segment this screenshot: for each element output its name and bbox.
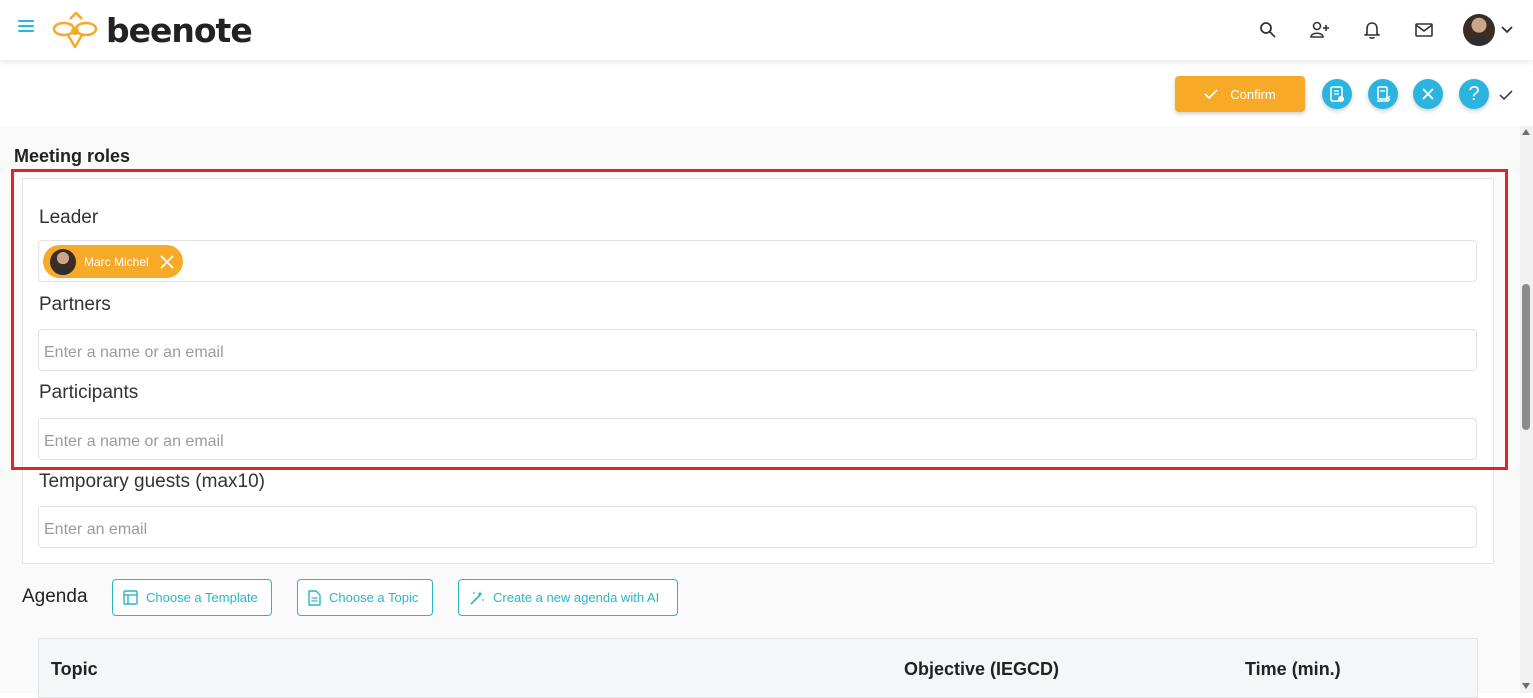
magic-wand-icon (469, 590, 485, 606)
close-button[interactable] (1413, 79, 1443, 109)
agenda-title: Agenda (22, 586, 88, 607)
chevron-down-icon[interactable] (1501, 24, 1513, 36)
agenda-table-header: Topic Objective (IEGCD) Time (min.) (38, 638, 1478, 698)
meeting-roles-title: Meeting roles (14, 146, 131, 166)
bee-logo-icon (52, 11, 98, 49)
user-avatar[interactable] (1463, 14, 1495, 46)
brand-name: beenote (106, 10, 253, 50)
close-icon (1422, 88, 1434, 100)
create-agenda-ai-label: Create a new agenda with AI (493, 590, 660, 605)
meeting-notes-button[interactable] (1322, 79, 1352, 109)
objective-column-header: Objective (IEGCD) (904, 659, 1060, 679)
choose-topic-label: Choose a Topic (329, 590, 419, 605)
add-user-icon[interactable] (1307, 17, 1333, 43)
remove-chip-close-icon[interactable] (159, 254, 175, 270)
brand-logo[interactable]: beenote (52, 8, 253, 52)
participants-input[interactable]: Enter a name or an email (38, 418, 1477, 460)
choose-template-label: Choose a Template (146, 590, 258, 605)
check-icon (1204, 88, 1218, 100)
bell-icon[interactable] (1359, 17, 1385, 43)
leader-label: Leader (39, 207, 99, 228)
collapse-check-icon[interactable] (1499, 88, 1513, 102)
help-button[interactable]: ? (1459, 79, 1489, 109)
chip-avatar (50, 248, 76, 275)
temporary-guests-input[interactable]: Enter an email (38, 506, 1477, 548)
leader-field[interactable] (38, 240, 1477, 282)
confirm-label: Confirm (1230, 86, 1276, 102)
scroll-up-arrow-icon[interactable] (1522, 129, 1530, 135)
confirm-button[interactable]: Confirm (1175, 76, 1305, 112)
action-bar: Confirm ? (0, 60, 1533, 126)
vertical-scrollbar[interactable] (1520, 126, 1533, 693)
scroll-thumb[interactable] (1522, 284, 1530, 430)
template-icon (123, 590, 138, 605)
scroll-down-arrow-icon[interactable] (1522, 683, 1530, 689)
document-icon (308, 589, 321, 606)
choose-template-button[interactable]: Choose a Template (112, 579, 272, 616)
mail-icon[interactable] (1411, 17, 1437, 43)
cancel-meeting-button[interactable] (1368, 79, 1398, 109)
top-navbar: beenote (0, 0, 1533, 60)
help-icon: ? (1468, 82, 1480, 105)
chip-name: Marc Michel (84, 254, 149, 269)
clipboard-icon (1330, 86, 1344, 102)
participants-label: Participants (39, 382, 139, 403)
leader-chip: Marc Michel (43, 245, 183, 278)
hamburger-menu-icon[interactable] (18, 20, 34, 34)
choose-topic-button[interactable]: Choose a Topic (297, 579, 433, 616)
create-agenda-ai-button[interactable]: Create a new agenda with AI (458, 579, 678, 616)
document-remove-icon (1377, 86, 1391, 102)
time-column-header: Time (min.) (1245, 659, 1341, 679)
search-icon[interactable] (1255, 17, 1281, 43)
topic-column-header: Topic (51, 659, 98, 679)
partners-label: Partners (39, 294, 111, 315)
temporary-guests-label: Temporary guests (max10) (39, 471, 265, 492)
partners-input[interactable]: Enter a name or an email (38, 329, 1477, 371)
